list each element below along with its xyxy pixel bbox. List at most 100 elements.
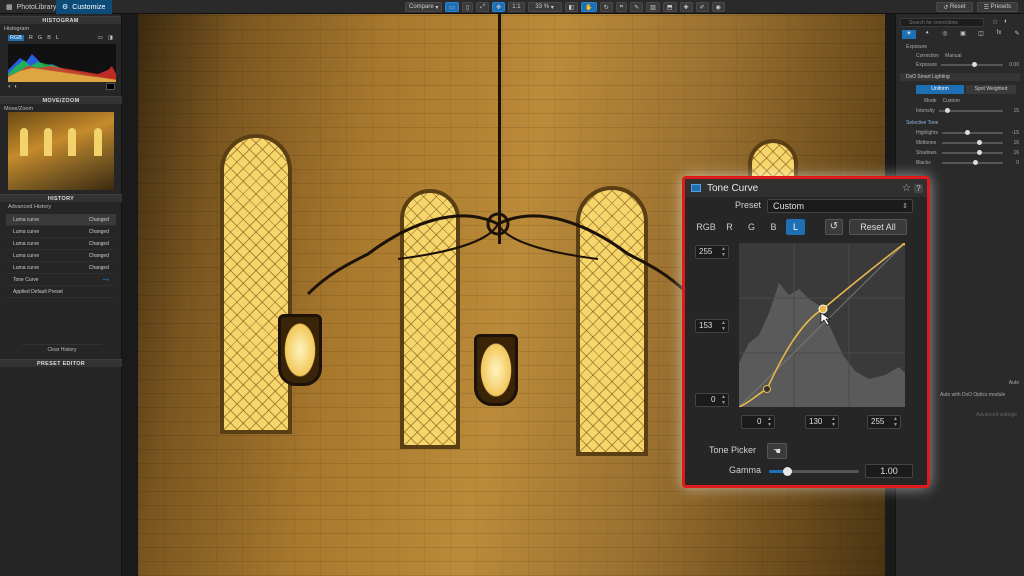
repair-icon[interactable]: ✚ bbox=[679, 2, 693, 12]
mode-row[interactable]: Mode Custom bbox=[906, 98, 1019, 104]
input-high-spinner[interactable]: 255 ▲ ▼ bbox=[867, 415, 901, 429]
display-icon[interactable]: ▭ bbox=[98, 35, 103, 41]
shadows-slider[interactable]: Shadows 16 bbox=[906, 150, 1019, 156]
gamma-value-field[interactable]: 1.00 bbox=[865, 464, 913, 478]
channel-r-button[interactable]: R bbox=[720, 219, 739, 235]
correction-row[interactable]: Correction Manual bbox=[906, 53, 1019, 59]
grid-lines-icon[interactable]: ▥ bbox=[646, 2, 660, 12]
intensity-slider[interactable]: Intensity 15 bbox=[906, 108, 1019, 114]
brush-icon[interactable]: ✐ bbox=[695, 2, 709, 12]
tab-photolibrary[interactable]: ▦ PhotoLibrary bbox=[0, 0, 62, 14]
star-icon[interactable]: ☆ bbox=[992, 18, 998, 26]
crop-icon[interactable]: ⌗ bbox=[615, 2, 628, 12]
channel-l[interactable]: L bbox=[56, 35, 59, 41]
preset-select[interactable]: Custom ⇕ bbox=[767, 199, 913, 213]
eye-icon[interactable]: ◉ bbox=[711, 2, 725, 12]
channel-b[interactable]: B bbox=[47, 35, 51, 41]
color-tab-icon[interactable]: ◕ bbox=[920, 30, 934, 39]
output-low-spinner[interactable]: 0 ▲ ▼ bbox=[695, 393, 729, 407]
single-view-icon[interactable]: ▭ bbox=[445, 2, 460, 12]
toggle-icon[interactable]: ━● bbox=[103, 277, 109, 283]
perspective-icon[interactable]: ⬒ bbox=[662, 2, 677, 12]
presets-button[interactable]: ☰ Presets bbox=[976, 2, 1018, 12]
light-tab-icon[interactable]: ☀ bbox=[902, 30, 916, 39]
channel-selector: RGB R G B L bbox=[695, 219, 805, 235]
gamma-slider[interactable] bbox=[769, 467, 859, 476]
lantern-left bbox=[278, 314, 322, 386]
highlights-slider[interactable]: Highlights -15 bbox=[906, 130, 1019, 136]
geometry-tab-icon[interactable]: ▣ bbox=[956, 30, 970, 39]
histogram-toggle-icon[interactable]: ◧ bbox=[564, 2, 579, 12]
history-item[interactable]: Luma curve Changed bbox=[6, 262, 116, 274]
movezoom-header[interactable]: MOVE/ZOOM bbox=[0, 96, 122, 104]
tone-curve-titlebar[interactable]: Tone Curve ☆ ? bbox=[685, 179, 927, 197]
tone-curve-graph[interactable] bbox=[738, 240, 908, 408]
fx-tab-icon[interactable]: fx bbox=[992, 30, 1006, 39]
reset-button[interactable]: ↺ Reset bbox=[936, 2, 973, 12]
blacks-slider[interactable]: Blacks 0 bbox=[906, 160, 1019, 166]
clear-history-button[interactable]: Clear History bbox=[22, 344, 102, 354]
navigator-thumbnail[interactable] bbox=[8, 112, 114, 190]
left-panel: HISTOGRAM Histogram RGB R G B L ▭ ◨ ◐ ◑ … bbox=[0, 14, 122, 576]
selective-tone-header[interactable]: Selective Tone bbox=[906, 120, 1019, 126]
compare-button[interactable]: Compare ▾ bbox=[405, 2, 443, 12]
local-tab-icon[interactable]: ◫ bbox=[974, 30, 988, 39]
input-mid-spinner[interactable]: 130 ▲ ▼ bbox=[805, 415, 839, 429]
detail-tab-icon[interactable]: ◎ bbox=[938, 30, 952, 39]
history-item[interactable]: Luma curve Changed bbox=[6, 238, 116, 250]
eyedropper-icon[interactable]: ✎ bbox=[630, 2, 644, 12]
help-icon[interactable]: ? bbox=[914, 183, 923, 193]
highlight-clip-swatch[interactable] bbox=[106, 83, 115, 90]
view-tools: Compare ▾ ▭ ▯ ⤢ ✥ 1:1 33 % ▾ ◧ ✋ ↻ ⌗ ✎ ▥… bbox=[405, 2, 725, 12]
gamma-label: Gamma bbox=[729, 465, 762, 475]
smart-lighting-header[interactable]: DxO Smart Lighting bbox=[900, 73, 1020, 81]
channel-rgb[interactable]: RGB bbox=[8, 35, 24, 41]
clip-icon[interactable]: ◨ bbox=[108, 35, 113, 41]
pen-tab-icon[interactable]: ✎ bbox=[1010, 30, 1024, 39]
zoom-level-select[interactable]: 33 % ▾ bbox=[527, 2, 562, 12]
output-mid-spinner[interactable]: 153 ▲ ▼ bbox=[695, 319, 729, 333]
left-collapse-strip[interactable] bbox=[122, 14, 138, 576]
tone-curve-panel: Tone Curve ☆ ? Preset Custom ⇕ RGB R G B… bbox=[682, 176, 930, 488]
history-item[interactable]: Luma curve Changed bbox=[6, 214, 116, 226]
history-item[interactable]: Luma curve Changed bbox=[6, 226, 116, 238]
shadow-clip-icon[interactable]: ◐ ◑ bbox=[8, 84, 17, 90]
sliders-icon: ⚙ bbox=[62, 4, 69, 11]
preset-editor-header[interactable]: PRESET EDITOR bbox=[0, 359, 122, 367]
undo-curve-icon[interactable]: ↺ bbox=[825, 219, 843, 235]
channel-r[interactable]: R bbox=[29, 35, 33, 41]
histogram-header[interactable]: HISTOGRAM bbox=[0, 16, 121, 24]
history-header[interactable]: HISTORY bbox=[0, 194, 122, 202]
enable-toggle-icon[interactable] bbox=[691, 184, 701, 192]
channel-b-button[interactable]: B bbox=[764, 219, 783, 235]
tab-customize[interactable]: ⚙ Customize bbox=[56, 0, 112, 14]
preset-value: Custom bbox=[773, 201, 805, 211]
hand-icon[interactable]: ✋ bbox=[581, 2, 597, 12]
gamma-slider-knob[interactable] bbox=[783, 467, 792, 476]
zoom-one-button[interactable]: 1:1 bbox=[508, 2, 525, 12]
correction-search-input[interactable]: Search for corrections bbox=[900, 18, 984, 27]
uniform-button[interactable]: Uniform bbox=[916, 85, 964, 94]
rotate-icon[interactable]: ↻ bbox=[599, 2, 613, 12]
favorite-star-icon[interactable]: ☆ bbox=[902, 183, 911, 194]
reset-all-button[interactable]: Reset All bbox=[849, 219, 907, 235]
spot-weighted-button[interactable]: Spot Weighted bbox=[966, 85, 1016, 94]
history-item[interactable]: Tone Curve ━● bbox=[6, 274, 116, 286]
fit-icon[interactable]: ⤢ bbox=[476, 2, 490, 12]
lantern-right bbox=[474, 334, 518, 406]
output-high-spinner[interactable]: 255 ▲ ▼ bbox=[695, 245, 729, 259]
history-item[interactable]: Luma curve Changed bbox=[6, 250, 116, 262]
midtones-slider[interactable]: Midtones 16 bbox=[906, 140, 1019, 146]
input-low-spinner[interactable]: 0 ▲ ▼ bbox=[741, 415, 775, 429]
channel-rgb-button[interactable]: RGB bbox=[695, 219, 717, 235]
toggle-panel-icon[interactable]: ◐ bbox=[1004, 18, 1008, 25]
select-arrows-icon: ⇕ bbox=[902, 203, 908, 210]
history-item[interactable]: Applied Default Preset bbox=[6, 286, 116, 298]
exposure-slider[interactable]: Exposure 0.00 bbox=[906, 62, 1019, 68]
channel-g-button[interactable]: G bbox=[742, 219, 761, 235]
move-icon[interactable]: ✥ bbox=[492, 2, 506, 12]
split-view-icon[interactable]: ▯ bbox=[462, 2, 474, 12]
tone-picker-hand-icon[interactable]: ☚ bbox=[767, 443, 787, 459]
channel-g[interactable]: G bbox=[38, 35, 42, 41]
channel-l-button[interactable]: L bbox=[786, 219, 805, 235]
